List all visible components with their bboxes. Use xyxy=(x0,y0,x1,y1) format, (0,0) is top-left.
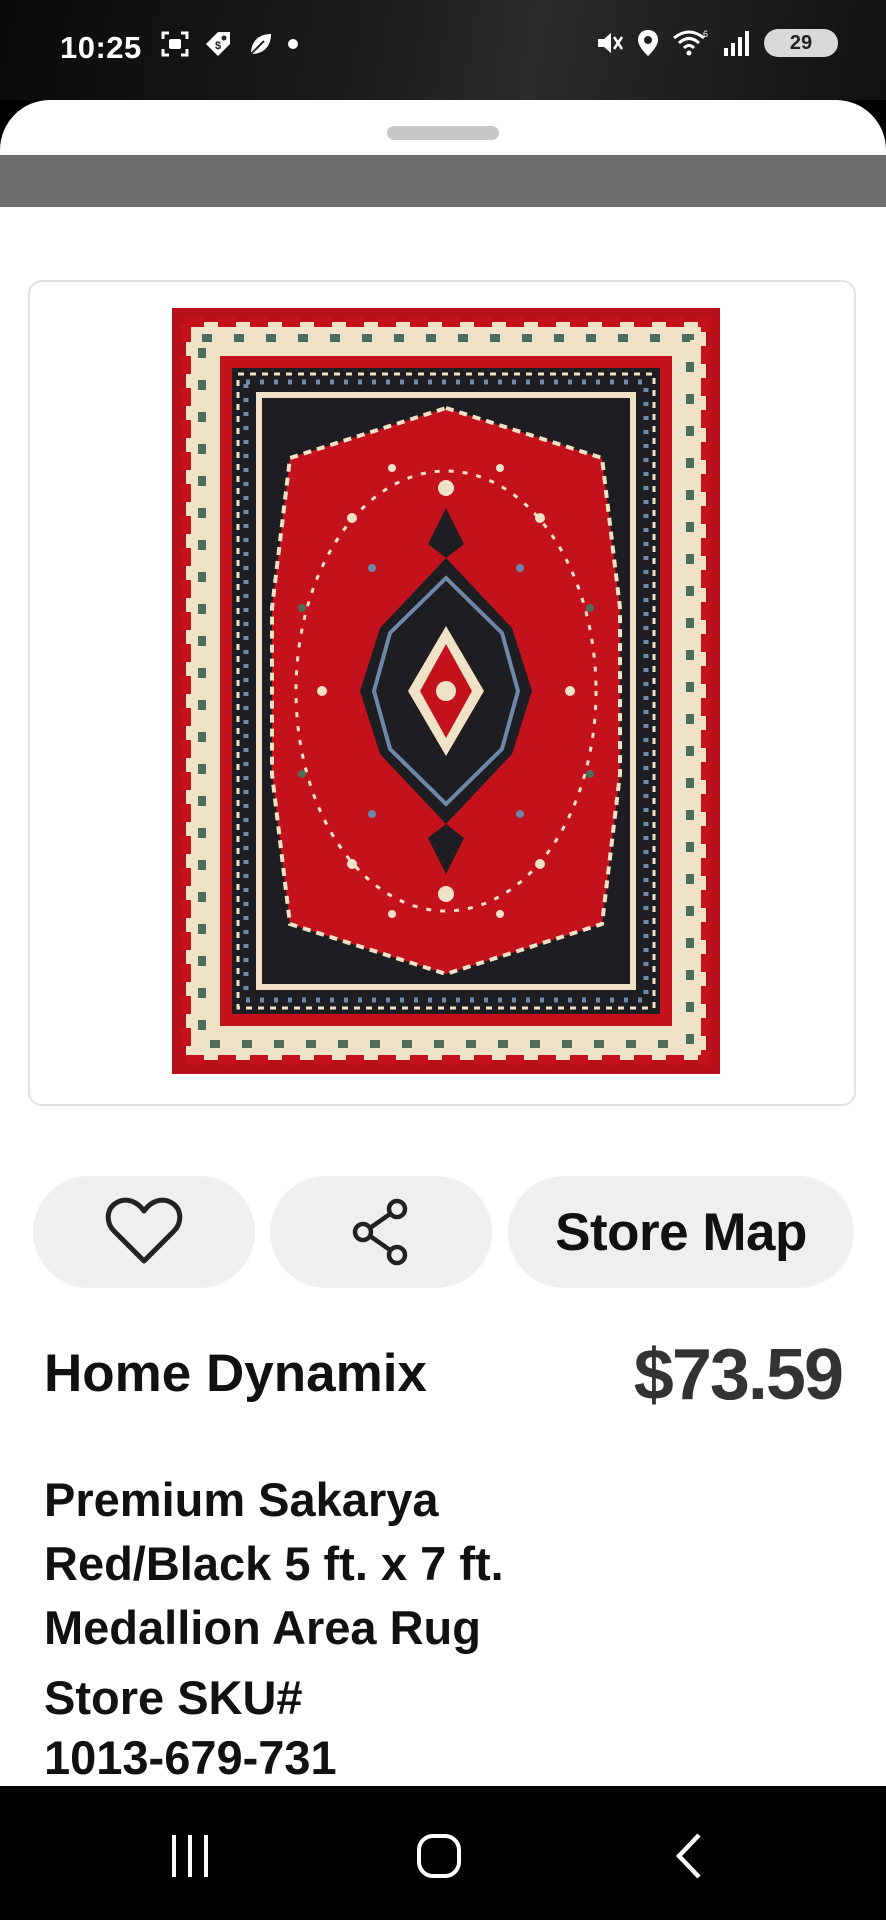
signal-icon xyxy=(724,31,749,56)
product-title: Premium Sakarya Red/Black 5 ft. x 7 ft. … xyxy=(44,1468,764,1660)
sku-number: 1013-679-731 xyxy=(44,1731,337,1784)
drag-handle[interactable] xyxy=(387,126,499,140)
product-title-line: Medallion Area Rug xyxy=(44,1601,481,1654)
product-sheet: Store Map Home Dynamix $73.59 Premium Sa… xyxy=(0,100,886,1786)
svg-text:$: $ xyxy=(215,40,221,52)
sku-label: Store SKU# xyxy=(44,1671,303,1724)
share-icon xyxy=(352,1198,408,1266)
product-image xyxy=(172,308,720,1074)
header-bar xyxy=(0,155,886,207)
status-icons-right: 6 29 xyxy=(594,28,838,58)
product-brand: Home Dynamix xyxy=(44,1344,427,1403)
product-image-card[interactable] xyxy=(28,280,856,1106)
back-button[interactable] xyxy=(648,1826,728,1886)
back-icon xyxy=(675,1833,701,1879)
product-price: $73.59 xyxy=(633,1335,844,1415)
status-icons-left: $ xyxy=(160,28,300,60)
status-bar: 10:25 $ 6 29 xyxy=(0,0,886,100)
location-icon xyxy=(638,30,658,56)
screenshot-icon xyxy=(161,31,189,57)
share-button[interactable] xyxy=(270,1176,492,1288)
home-button[interactable] xyxy=(399,1826,479,1886)
battery-level: 29 xyxy=(789,31,813,54)
recent-apps-icon xyxy=(172,1835,208,1877)
shopping-tag-icon: $ xyxy=(206,32,230,56)
store-sku: Store SKU# 1013-679-731 xyxy=(44,1668,644,1786)
battery-icon: 29 xyxy=(764,29,838,57)
action-row: Store Map xyxy=(33,1176,854,1288)
recent-apps-button[interactable] xyxy=(150,1826,230,1886)
navigation-bar xyxy=(0,1786,886,1920)
home-icon xyxy=(417,1834,461,1878)
store-map-button[interactable]: Store Map xyxy=(508,1176,854,1288)
product-title-line: Red/Black 5 ft. x 7 ft. xyxy=(44,1537,504,1590)
mute-vibrate-icon xyxy=(598,33,624,53)
notification-dot-icon xyxy=(288,39,298,49)
favorite-button[interactable] xyxy=(33,1176,255,1288)
svg-text:6: 6 xyxy=(703,29,708,39)
product-title-line: Premium Sakarya xyxy=(44,1473,439,1526)
leaf-icon xyxy=(250,34,271,55)
status-time: 10:25 xyxy=(60,30,142,65)
heart-icon xyxy=(105,1197,183,1264)
wifi-icon: 6 xyxy=(673,29,708,56)
